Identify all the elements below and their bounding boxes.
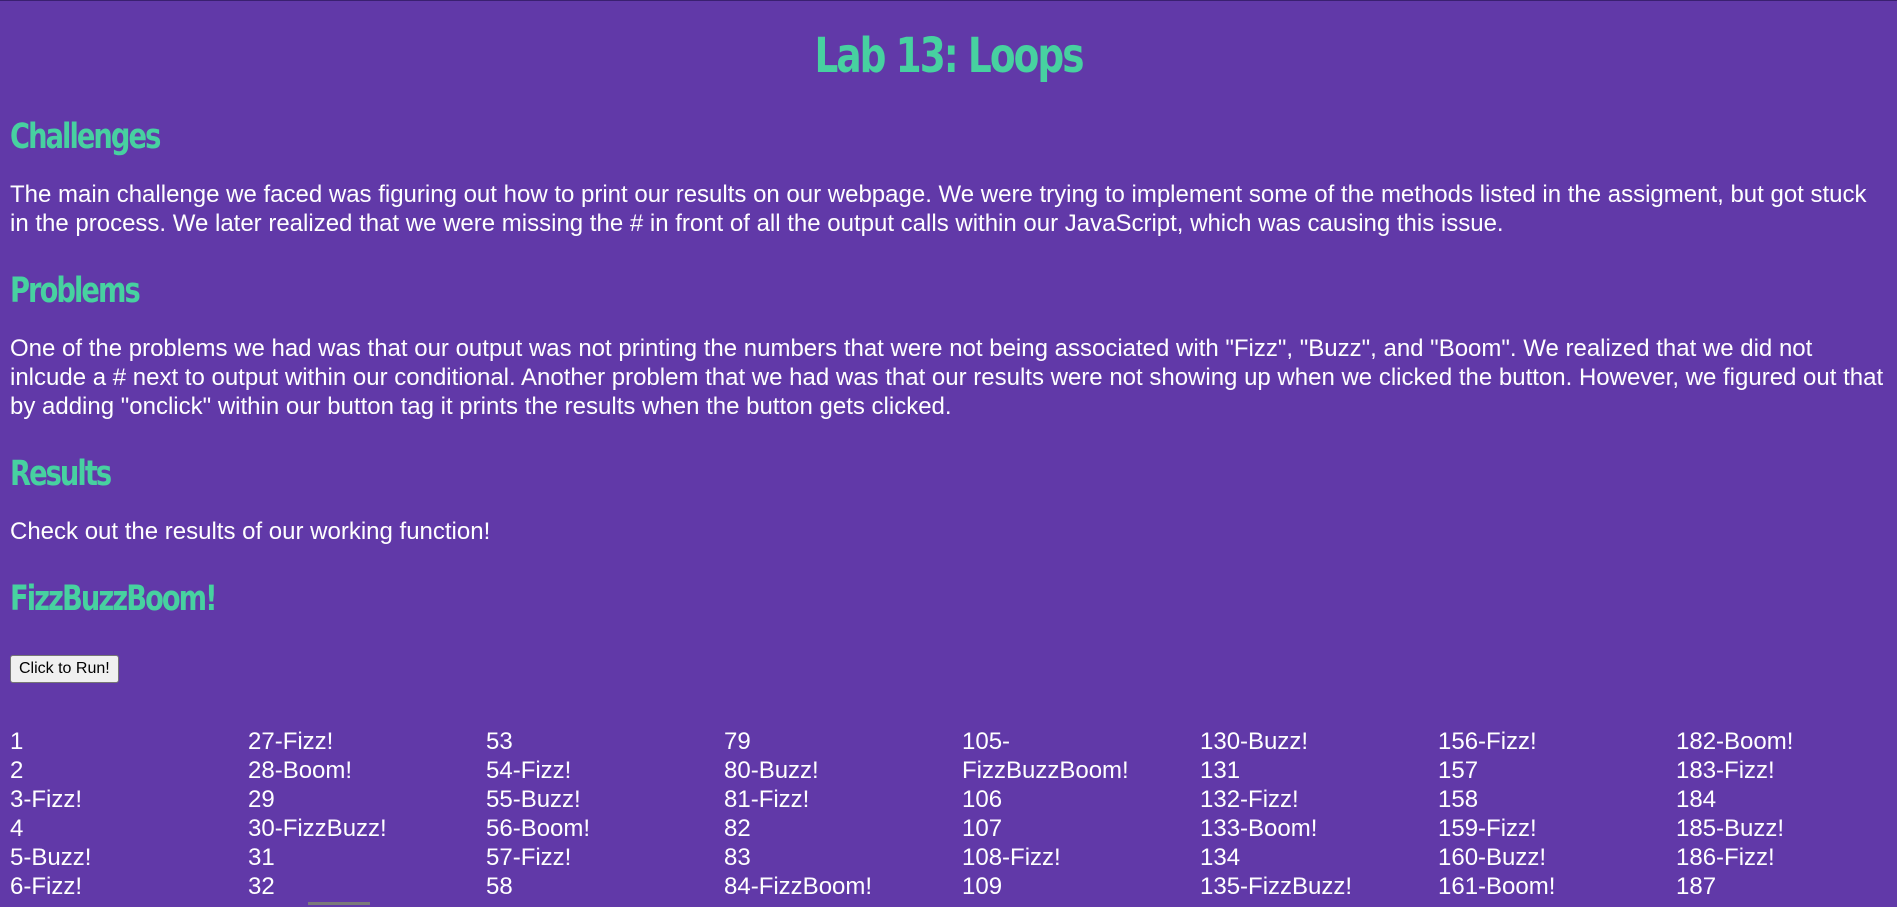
results-text: Check out the results of our working fun… xyxy=(10,518,491,545)
output-line: 84-FizzBoom! xyxy=(724,873,873,900)
output-line: 183-Fizz! xyxy=(1676,757,1775,784)
output-line: 2 xyxy=(10,757,24,784)
output-line: 58 xyxy=(486,873,513,900)
output-line: 54-Fizz! xyxy=(486,757,572,784)
problems-text: One of the problems we had was that our … xyxy=(10,335,1884,420)
output-line: 109 xyxy=(962,873,1003,900)
output-line: 6-Fizz! xyxy=(10,873,82,900)
output-line: 56-Boom! xyxy=(486,815,591,842)
output-line: 55-Buzz! xyxy=(486,786,581,813)
output-column: 156-Fizz! 157 158 159-Fizz! 160-Buzz! 16… xyxy=(1438,727,1658,901)
run-button[interactable]: Click to Run! xyxy=(10,655,119,683)
output-line: FizzBuzzBoom! xyxy=(962,757,1129,784)
output-column: 1 2 3-Fizz! 4 5-Buzz! 6-Fizz! xyxy=(10,727,230,901)
output-line: 134 xyxy=(1200,844,1241,871)
output-line: 82 xyxy=(724,815,751,842)
output-line: 106 xyxy=(962,786,1003,813)
output-line: 156-Fizz! xyxy=(1438,728,1537,755)
output-column: 27-Fizz! 28-Boom! 29 30-FizzBuzz! 31 32 xyxy=(248,727,468,901)
output-line: 158 xyxy=(1438,786,1479,813)
output-line: 31 xyxy=(248,844,275,871)
output-column: 130-Buzz! 131 132-Fizz! 133-Boom! 134 13… xyxy=(1200,727,1420,901)
output-line: 133-Boom! xyxy=(1200,815,1318,842)
output-line: 130-Buzz! xyxy=(1200,728,1309,755)
output-line: 27-Fizz! xyxy=(248,728,334,755)
output-line: 131 xyxy=(1200,757,1241,784)
output-line: 3-Fizz! xyxy=(10,786,82,813)
output-column: 105- FizzBuzzBoom! 106 107 108-Fizz! 109 xyxy=(962,727,1182,901)
output-area: 1 2 3-Fizz! 4 5-Buzz! 6-Fizz! 27-Fizz! 2… xyxy=(10,727,1897,907)
output-line: 186-Fizz! xyxy=(1676,844,1775,871)
output-line: 184 xyxy=(1676,786,1717,813)
output-line: 182-Boom! xyxy=(1676,728,1794,755)
output-column: 53 54-Fizz! 55-Buzz! 56-Boom! 57-Fizz! 5… xyxy=(486,727,706,901)
output-line: 28-Boom! xyxy=(248,757,353,784)
problems-heading: Problems xyxy=(10,271,141,311)
output-line: 160-Buzz! xyxy=(1438,844,1547,871)
output-line: 4 xyxy=(10,815,24,842)
output-line: 5-Buzz! xyxy=(10,844,92,871)
fizzbuzzboom-heading: FizzBuzzBoom! xyxy=(10,579,218,619)
output-line: 81-Fizz! xyxy=(724,786,810,813)
output-line: 79 xyxy=(724,728,751,755)
output-line: 83 xyxy=(724,844,751,871)
output-line: 107 xyxy=(962,815,1003,842)
output-line: 157 xyxy=(1438,757,1479,784)
output-line: 132-Fizz! xyxy=(1200,786,1299,813)
page-title: Lab 13: Loops xyxy=(814,28,1084,84)
output-line: 32 xyxy=(248,873,275,900)
challenges-text: The main challenge we faced was figuring… xyxy=(10,181,1867,237)
page-content: Lab 13: Loops Challenges The main challe… xyxy=(0,1,1897,683)
output-line: 1 xyxy=(10,728,24,755)
output-line: 53 xyxy=(486,728,513,755)
output-line: 108-Fizz! xyxy=(962,844,1061,871)
output-column: 182-Boom! 183-Fizz! 184 185-Buzz! 186-Fi… xyxy=(1676,727,1896,901)
output-line: 159-Fizz! xyxy=(1438,815,1537,842)
output-column: 79 80-Buzz! 81-Fizz! 82 83 84-FizzBoom! xyxy=(724,727,944,901)
results-heading: Results xyxy=(10,454,112,494)
output-line: 185-Buzz! xyxy=(1676,815,1785,842)
output-line: 80-Buzz! xyxy=(724,757,819,784)
output-line: 29 xyxy=(248,786,275,813)
output-line: 161-Boom! xyxy=(1438,873,1556,900)
output-line: 105- xyxy=(962,728,1011,755)
challenges-heading: Challenges xyxy=(10,117,161,157)
output-line: 57-Fizz! xyxy=(486,844,572,871)
output-line: 30-FizzBuzz! xyxy=(248,815,387,842)
output-line: 135-FizzBuzz! xyxy=(1200,873,1353,900)
output-line: 187 xyxy=(1676,873,1717,900)
